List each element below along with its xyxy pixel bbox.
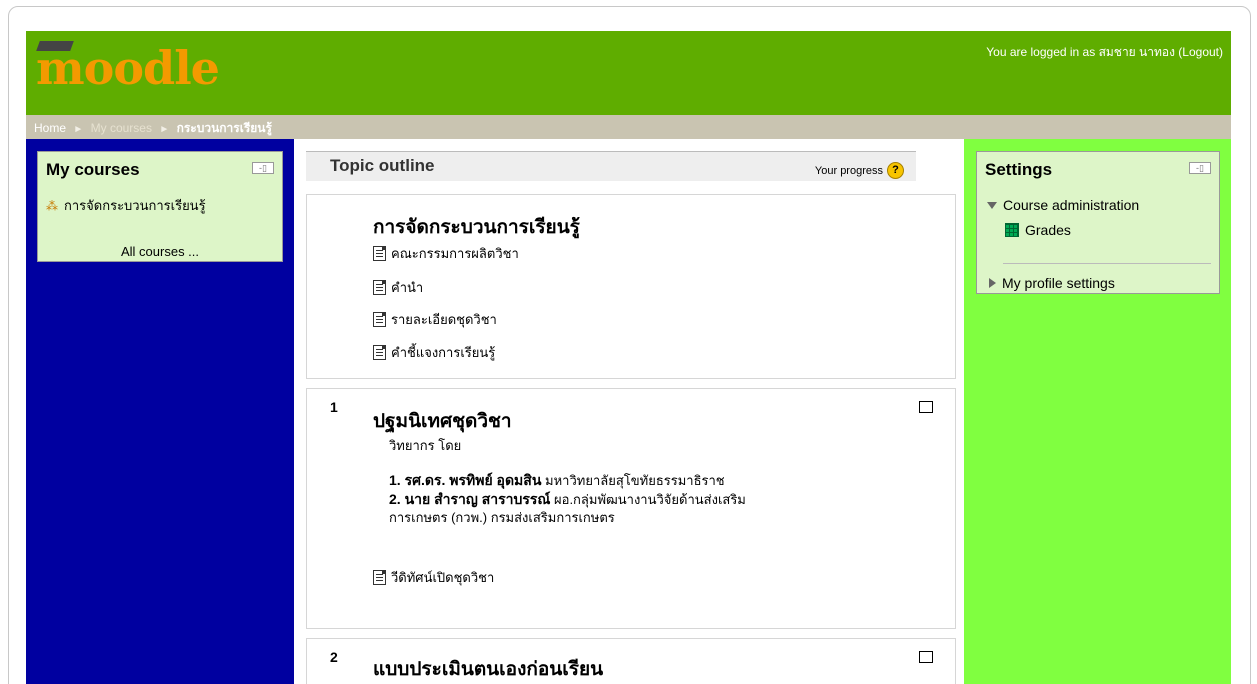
course-administration-label: Course administration [1003,197,1140,213]
summary-affiliation: ผอ.กลุ่มพัฒนางานวิจัยด้านส่งเสริม [550,492,746,507]
course-link-label: การจัดกระบวนการเรียนรู้ [64,198,206,213]
block-header: Settings -▯ [977,152,1219,180]
breadcrumb-home[interactable]: Home [34,121,66,135]
course-link[interactable]: ⁂ การจัดกระบวนการเรียนรู้ [46,195,206,216]
breadcrumb-separator: ► [73,124,84,135]
progress-indicator: Your progress ? [815,162,904,179]
expanded-arrow-icon [987,201,997,209]
course-administration-node[interactable]: Course administration [987,197,1139,213]
section-2: 2 แบบประเมินตนเองก่อนเรียน [306,638,956,684]
completion-checkbox[interactable] [919,651,933,663]
activity-link[interactable]: คณะกรรมการผลิตวิชา [373,243,519,264]
section-title: ปฐมนิเทศชุดวิชา [373,411,512,432]
collapsed-arrow-icon [989,278,996,288]
page-icon [373,280,386,295]
section-1: 1 ปฐมนิเทศชุดวิชา วิทยากร โดย 1. รศ.ดร. … [306,388,956,629]
activity-label: วีดิทัศน์เปิดชุดวิชา [391,570,495,585]
grades-label: Grades [1025,222,1071,238]
summary-line: การเกษตร (กวพ.) กรมส่งเสริมการเกษตร [389,510,615,525]
dock-icon[interactable]: -▯ [1189,162,1211,174]
section-summary: วิทยากร โดย 1. รศ.ดร. พรทิพย์ อุดมสิน มห… [389,437,746,527]
summary-name: 1. รศ.ดร. พรทิพย์ อุดมสิน [389,472,542,488]
page-body: My courses -▯ ⁂ การจัดกระบวนการเรียนรู้ … [26,139,1231,684]
activity-label: คำนำ [391,280,424,295]
page-icon [373,570,386,585]
activity-link[interactable]: คำนำ [373,277,423,298]
completion-checkbox[interactable] [919,401,933,413]
dock-icon[interactable]: -▯ [252,162,274,174]
activity-label: คำชี้แจงการเรียนรู้ [391,345,496,360]
divider [1003,263,1211,264]
help-icon[interactable]: ? [887,162,904,179]
activity-link[interactable]: รายละเอียดชุดวิชา [373,309,497,330]
grades-link[interactable]: Grades [1005,222,1071,238]
section-title: การจัดกระบวนการเรียนรู้ [373,217,580,238]
section-number: 2 [330,649,338,665]
block-title: Settings [985,160,1053,179]
right-column: Settings -▯ Course administration Grades… [964,139,1231,684]
activity-label: รายละเอียดชุดวิชา [391,312,497,327]
left-column: My courses -▯ ⁂ การจัดกระบวนการเรียนรู้ … [26,139,294,684]
moodle-logo[interactable]: moodle [36,41,220,95]
breadcrumb-separator: ► [159,124,170,135]
main-content: Topic outline Your progress ? การจัดกระบ… [304,139,956,684]
settings-block: Settings -▯ Course administration Grades… [976,151,1220,294]
breadcrumb-current[interactable]: กระบวนการเรียนรู้ [177,121,272,135]
breadcrumb: Home ► My courses ► กระบวนการเรียนรู้ [26,115,1231,139]
section-title: แบบประเมินตนเองก่อนเรียน [373,659,604,680]
breadcrumb-my-courses[interactable]: My courses [91,121,152,135]
course-icon: ⁂ [46,198,58,213]
login-info[interactable]: You are logged in as สมชาย นาทอง (Logout… [986,43,1223,62]
section-0: การจัดกระบวนการเรียนรู้ คณะกรรมการผลิตวิ… [306,194,956,379]
progress-label: Your progress [814,164,883,177]
graduation-cap-icon [36,41,74,51]
site-header: moodle You are logged in as สมชาย นาทอง … [26,31,1231,115]
activity-link[interactable]: คำชี้แจงการเรียนรู้ [373,342,495,363]
activity-link[interactable]: วีดิทัศน์เปิดชุดวิชา [373,567,494,588]
section-number: 1 [330,399,338,415]
page-icon [373,312,386,327]
all-courses-link[interactable]: All courses ... [38,244,282,259]
summary-intro: วิทยากร โดย [389,438,462,453]
grades-icon [1005,223,1019,237]
summary-affiliation: มหาวิทยาลัยสุโขทัยธรรมาธิราช [541,473,725,488]
page-icon [373,345,386,360]
summary-line: 1. รศ.ดร. พรทิพย์ อุดมสิน มหาวิทยาลัยสุโ… [389,471,746,490]
page-icon [373,246,386,261]
block-title: My courses [46,160,140,179]
page-title: Topic outline [330,156,435,175]
summary-name: 2. นาย สำราญ สาราบรรณ์ [389,491,551,507]
profile-settings-node[interactable]: My profile settings [989,275,1115,291]
summary-line: 2. นาย สำราญ สาราบรรณ์ ผอ.กลุ่มพัฒนางานว… [389,490,746,509]
my-courses-block: My courses -▯ ⁂ การจัดกระบวนการเรียนรู้ … [37,151,283,262]
block-header: My courses -▯ [38,152,282,180]
topic-outline-header: Topic outline Your progress ? [306,151,916,181]
profile-settings-label: My profile settings [1002,275,1115,291]
activity-label: คณะกรรมการผลิตวิชา [391,246,519,261]
